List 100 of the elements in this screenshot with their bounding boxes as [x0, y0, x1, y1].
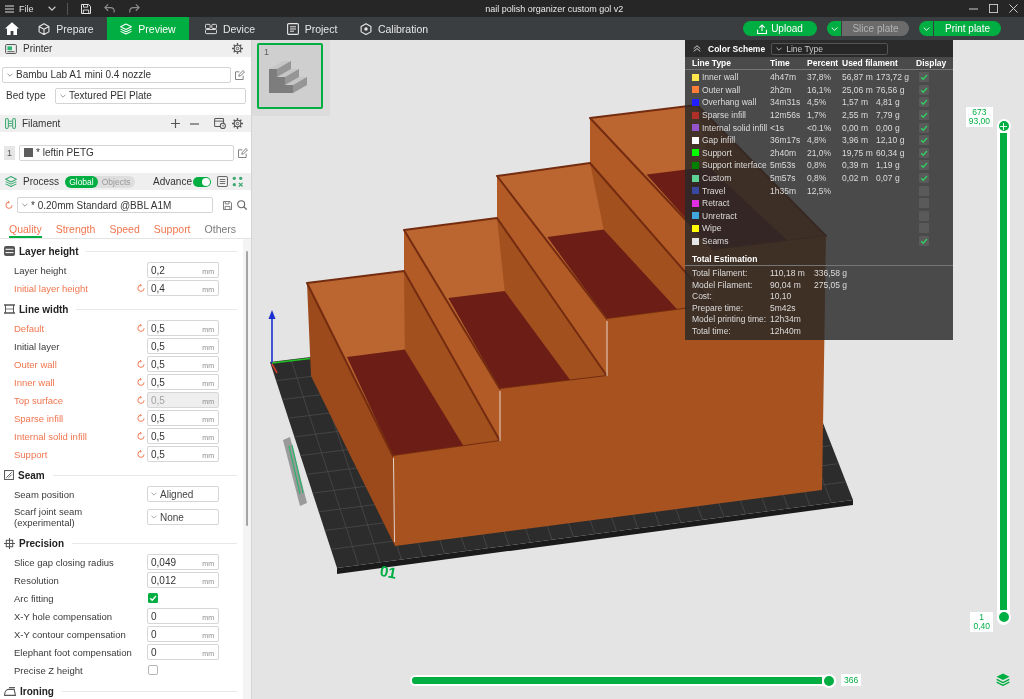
dropdown-button[interactable]: [827, 21, 841, 36]
settings-icon[interactable]: [232, 118, 243, 129]
bed-type-dropdown[interactable]: Textured PEI Plate: [55, 87, 246, 104]
toggle-switch[interactable]: [193, 176, 211, 187]
color-scheme-dropdown[interactable]: Line Type: [771, 42, 889, 55]
dropdown[interactable]: None: [147, 509, 219, 525]
section-title: Process: [23, 176, 60, 187]
table-cell-text: 275,05 g: [814, 279, 849, 290]
list-icon[interactable]: [217, 176, 228, 187]
process-preset-dropdown[interactable]: * 0.20mm Standard @BBL A1M: [17, 197, 213, 213]
switch-label: Advance: [153, 176, 192, 187]
close-icon[interactable]: [1009, 4, 1018, 13]
edit-icon[interactable]: [238, 147, 248, 158]
upload-icon: [757, 23, 768, 34]
menu-icon: [5, 4, 14, 13]
table-cell-text: 110,18 m: [770, 268, 806, 279]
caret-icon[interactable]: [47, 6, 56, 11]
display-checkbox[interactable]: [919, 72, 929, 83]
hatched-square-icon: [4, 470, 14, 480]
tab[interactable]: Prepare: [25, 17, 107, 40]
iron-icon: [4, 686, 16, 696]
table-cell-text: 1,57 m: [842, 97, 869, 108]
caret-icon: [776, 46, 783, 51]
table-cell-text: 12,5%: [807, 185, 833, 196]
maximize-icon[interactable]: [989, 4, 998, 13]
bars-icon: [4, 246, 15, 256]
collapse-icon[interactable]: [693, 45, 701, 52]
plus-icon[interactable]: [171, 119, 180, 128]
settings-icon[interactable]: [232, 43, 243, 54]
display-checkbox[interactable]: [919, 160, 929, 171]
dropdown[interactable]: Aligned: [147, 486, 219, 502]
tab[interactable]: Calibration: [353, 17, 435, 40]
checkbox[interactable]: [148, 593, 158, 603]
caret-icon: [151, 515, 157, 519]
file-menu[interactable]: File: [5, 1, 34, 16]
document-icon: [286, 22, 299, 35]
slider-handle[interactable]: [996, 119, 1011, 133]
table-cell-text: 1,7%: [807, 110, 828, 121]
redo-icon[interactable]: [128, 4, 140, 13]
table-cell-text: 0,39 m: [842, 160, 869, 171]
section-title: Filament: [22, 118, 61, 129]
setting-label: Sparse infill: [13, 411, 65, 426]
reset-icon[interactable]: [137, 414, 145, 422]
display-checkbox[interactable]: [919, 173, 929, 184]
box-icon[interactable]: [214, 118, 226, 129]
display-checkbox[interactable]: [919, 236, 929, 246]
group-title: Ironing: [20, 685, 54, 697]
table-cell-text: 90,04 m: [770, 279, 802, 290]
minimize-icon[interactable]: [969, 7, 978, 10]
reset-icon[interactable]: [137, 378, 145, 386]
edit-icon[interactable]: [235, 69, 245, 80]
reset-icon[interactable]: [137, 432, 145, 440]
reset-icon[interactable]: [137, 324, 145, 332]
slider-handle[interactable]: [996, 610, 1011, 624]
caret-icon: [60, 93, 66, 98]
display-checkbox[interactable]: [919, 147, 929, 158]
table-cell: Seams: [702, 236, 729, 246]
table-cell-text: 3,96 m: [842, 135, 869, 146]
table-cell-text: 12m56s: [770, 110, 802, 121]
printer-dropdown[interactable]: Bambu Lab A1 mini 0.4 nozzle: [2, 66, 231, 83]
home-icon[interactable]: [5, 22, 19, 35]
reset-icon[interactable]: [137, 360, 145, 368]
reset-icon[interactable]: [137, 450, 145, 458]
search-icon[interactable]: [237, 200, 247, 210]
setting-label: Top surface: [13, 393, 65, 408]
layer-slider-track[interactable]: [997, 120, 1010, 625]
filament-selector[interactable]: * leftin PETG: [19, 144, 234, 161]
slider-handle[interactable]: [822, 673, 836, 688]
dots-icon[interactable]: [232, 176, 243, 187]
table-cell-text: 1,19 g: [876, 160, 901, 171]
reset-icon[interactable]: [5, 201, 13, 209]
reset-icon[interactable]: [137, 396, 145, 404]
scrollbar-thumb[interactable]: [246, 251, 248, 526]
column-header: Used filament: [842, 58, 899, 68]
display-checkbox[interactable]: [919, 135, 929, 146]
table-cell: Outer wall: [702, 84, 741, 95]
minus-icon[interactable]: [190, 122, 199, 125]
table-cell-text: 25,06 m: [842, 84, 874, 95]
undo-icon[interactable]: [103, 4, 115, 13]
plus-icon: [1000, 122, 1007, 130]
plate-thumbnail[interactable]: 1: [257, 43, 323, 109]
display-checkbox[interactable]: [919, 84, 929, 95]
settings-tab[interactable]: Others: [204, 220, 237, 238]
legend-title: Color Scheme: [708, 43, 766, 54]
column-header: Time: [770, 58, 791, 68]
table-cell-text: 2,55 m: [842, 110, 869, 121]
dropdown-button[interactable]: [919, 21, 933, 36]
table-cell-text: 56,87 m: [842, 72, 874, 83]
move-slider-track[interactable]: [410, 675, 836, 686]
layer-height: 0,40: [973, 622, 990, 631]
checkbox[interactable]: [148, 665, 158, 675]
tab[interactable]: Device: [189, 17, 271, 40]
table-cell-text: Model printing time:: [692, 314, 768, 325]
reset-icon[interactable]: [137, 284, 145, 292]
display-checkbox[interactable]: [919, 122, 929, 133]
layers-icon[interactable]: [996, 673, 1010, 686]
display-checkbox[interactable]: [919, 110, 929, 121]
display-checkbox[interactable]: [919, 97, 929, 108]
setting-label: Slice gap closing radius: [13, 555, 115, 570]
tab[interactable]: Project: [271, 17, 353, 40]
